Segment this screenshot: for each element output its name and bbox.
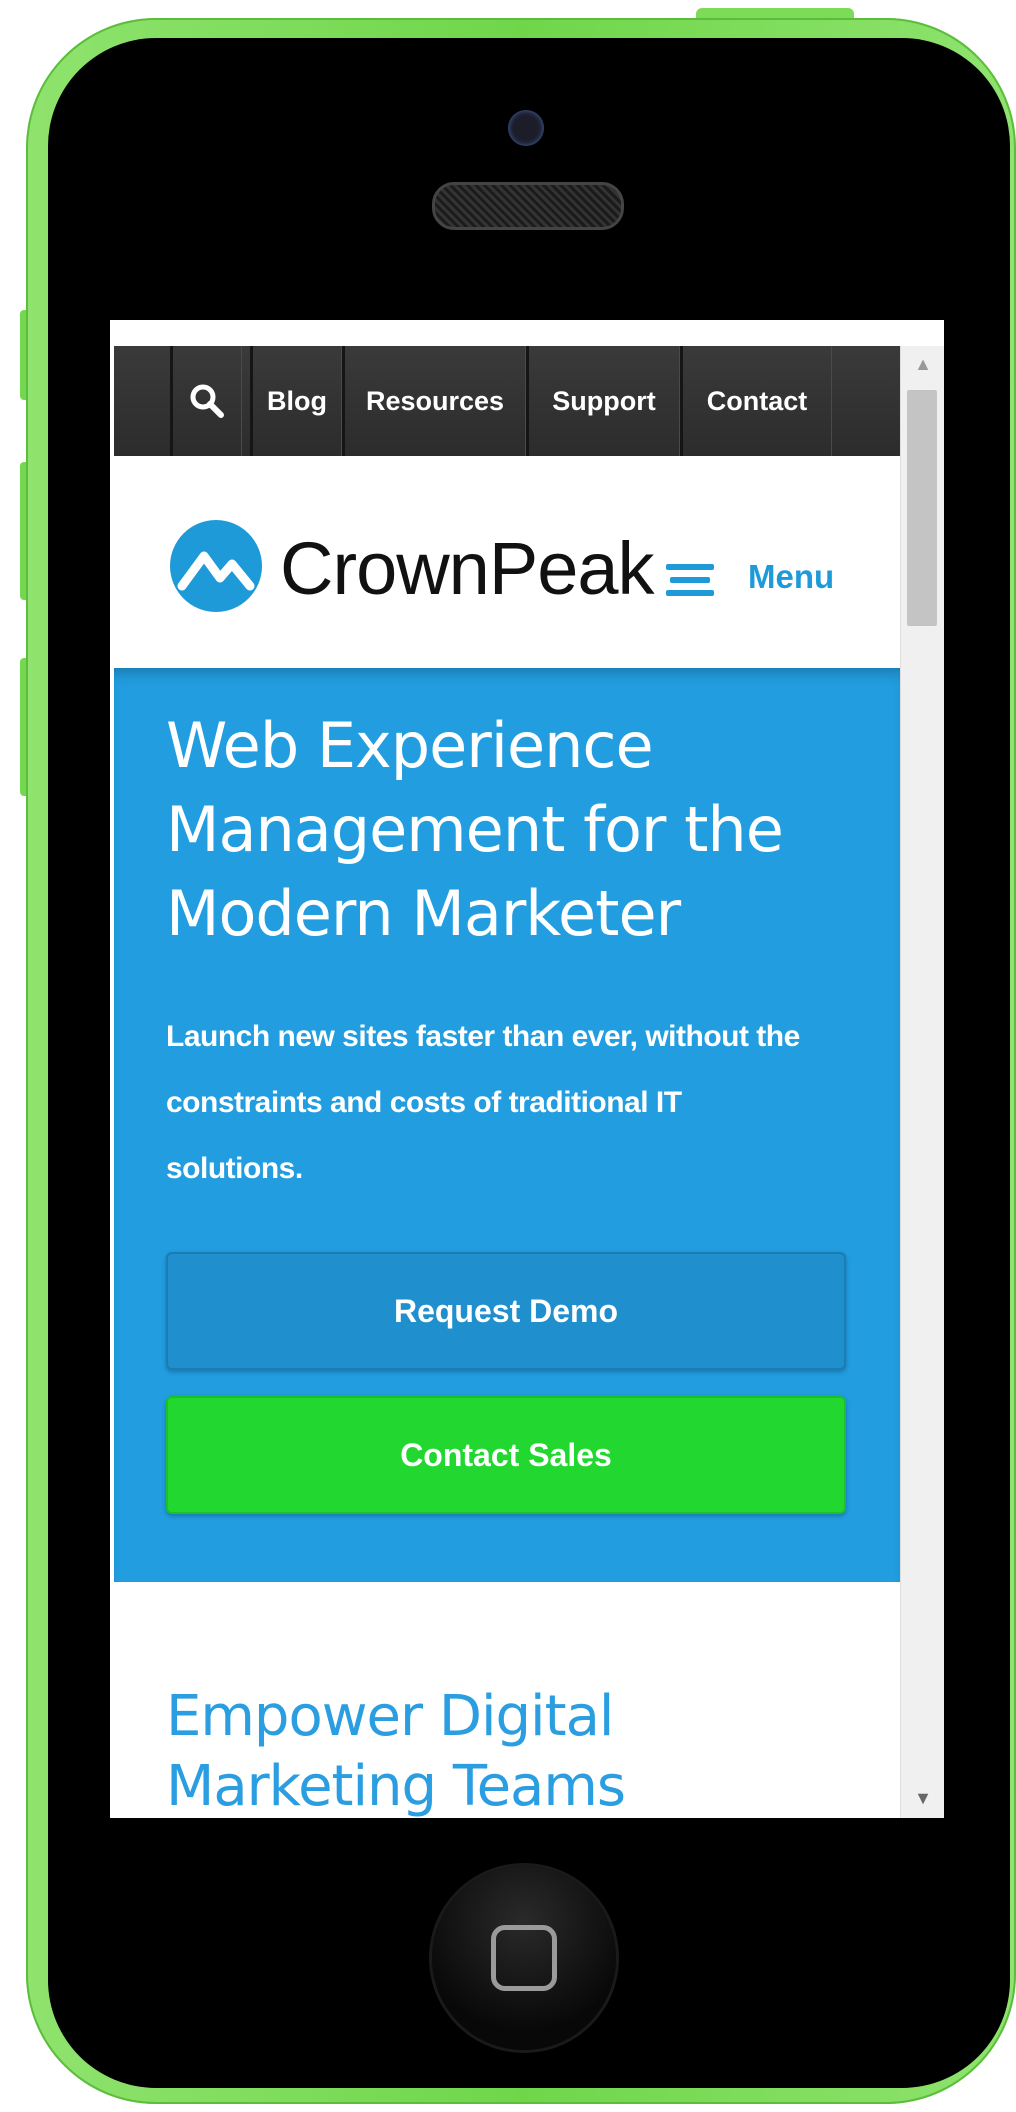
home-button[interactable] (432, 1866, 616, 2050)
top-nav-bar: Blog Resources Support Contact (114, 346, 900, 456)
hero-subtitle: Launch new sites faster than ever, witho… (166, 1020, 800, 1185)
scrollbar-thumb[interactable] (907, 390, 937, 626)
hamburger-icon[interactable] (666, 564, 714, 598)
hero-title: Web Experience Management for the Modern… (166, 709, 784, 950)
hero-section: Web Experience Management for the Modern… (114, 668, 900, 1582)
nav-contact[interactable]: Contact (680, 346, 832, 456)
nav-resources[interactable]: Resources (342, 346, 526, 456)
home-square-icon (491, 1925, 557, 1991)
search-icon (190, 384, 224, 418)
nav-support[interactable]: Support (526, 346, 680, 456)
request-demo-button[interactable]: Request Demo (166, 1252, 846, 1370)
nav-search-button[interactable] (170, 346, 242, 456)
nav-blog[interactable]: Blog (250, 346, 342, 456)
scroll-up-arrow-icon[interactable]: ▲ (901, 346, 944, 382)
web-page: Blog Resources Support Contact CrownPeak… (114, 320, 900, 1818)
menu-button[interactable]: Menu (748, 558, 834, 596)
scroll-down-arrow-icon[interactable]: ▼ (901, 1778, 944, 1818)
contact-sales-button[interactable]: Contact Sales (166, 1396, 846, 1514)
camera-icon (508, 110, 544, 146)
crownpeak-logo-icon[interactable] (170, 520, 262, 612)
phone-screen: Blog Resources Support Contact CrownPeak… (110, 320, 944, 1818)
section-title: Empower Digital Marketing Teams (166, 1684, 626, 1818)
site-header: CrownPeak Menu (114, 456, 900, 668)
logo-wordmark[interactable]: CrownPeak (280, 526, 655, 611)
speaker-grille (432, 182, 624, 230)
vertical-scrollbar[interactable]: ▲ ▼ (900, 346, 944, 1818)
